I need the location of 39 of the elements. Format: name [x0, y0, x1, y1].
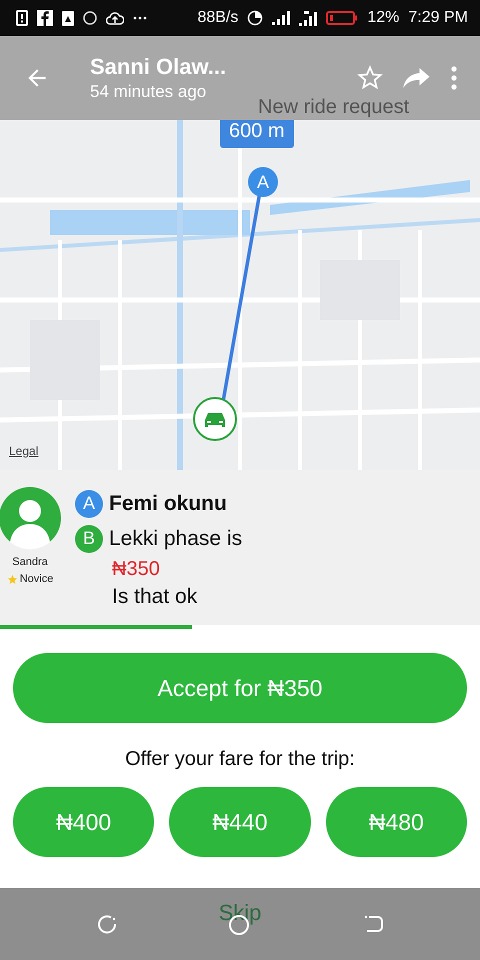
star-icon: [6, 574, 18, 584]
network-speed: 88B/s: [197, 9, 238, 27]
car-icon: [192, 396, 238, 442]
page-title: New ride request: [258, 96, 410, 119]
star-button[interactable]: [356, 64, 384, 92]
fare-price: ₦350: [112, 558, 161, 581]
rider-note: Is that ok: [112, 585, 198, 609]
recent-apps-icon[interactable]: [97, 914, 117, 934]
rider-name: Sandra: [12, 556, 48, 568]
facebook-icon: [37, 10, 53, 26]
fare-button[interactable]: ₦400: [13, 787, 154, 857]
back-icon[interactable]: [364, 914, 384, 934]
circle-icon: [83, 11, 97, 25]
distance-label: 600 m: [220, 120, 294, 148]
legal-link[interactable]: Legal: [9, 444, 38, 458]
timestamp: 54 minutes ago: [90, 82, 208, 102]
skip-button[interactable]: Skip: [214, 898, 266, 928]
more-icon: [133, 16, 147, 20]
battery-percent: 12%: [367, 9, 400, 27]
data-saver-icon: [247, 10, 264, 26]
signal-icon: [299, 10, 318, 26]
avatar-icon: [0, 486, 62, 550]
stop-address: Femi okunu: [109, 492, 227, 516]
battery-icon: [326, 10, 358, 26]
signal-icon: [272, 11, 290, 25]
cloud-upload-icon: [106, 11, 124, 25]
fare-button[interactable]: ₦480: [326, 787, 467, 857]
sender-name: Sanni Olaw...: [90, 54, 228, 80]
offer-label: Offer your fare for the trip:: [125, 748, 355, 771]
dropoff-marker: B: [75, 524, 103, 552]
pickup-marker: A: [75, 490, 103, 518]
stop-address: Lekki phase is: [109, 526, 242, 550]
battery-alert-icon: [16, 10, 28, 26]
file-icon: [62, 10, 74, 26]
clock: 7:29 PM: [408, 9, 468, 27]
rider-rank: Novice: [20, 573, 54, 585]
more-options-button[interactable]: [450, 65, 458, 91]
fare-button[interactable]: ₦440: [169, 787, 311, 857]
accept-button[interactable]: Accept for ₦350: [13, 653, 467, 723]
